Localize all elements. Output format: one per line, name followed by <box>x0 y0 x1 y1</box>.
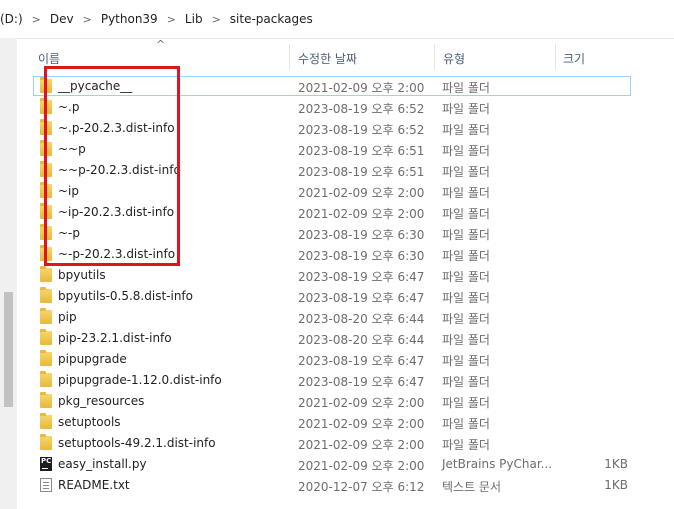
file-date: 2023-08-19 오후 6:30 <box>298 249 425 263</box>
breadcrumb-item-lib[interactable]: Lib <box>185 12 203 26</box>
file-type: 파일 폴더 <box>442 123 490 137</box>
scrollbar-thumb[interactable] <box>4 292 13 407</box>
column-divider[interactable] <box>434 44 435 70</box>
file-date: 2023-08-19 오후 6:51 <box>298 165 425 179</box>
file-date: 2023-08-19 오후 6:52 <box>298 123 425 137</box>
file-date: 2021-02-09 오후 2:00 <box>298 459 425 473</box>
file-type: JetBrains PyChar... <box>442 457 553 471</box>
chevron-right-icon[interactable]: > <box>212 13 221 26</box>
navigation-pane-scrollbar[interactable] <box>0 38 17 509</box>
breadcrumb-item-site-packages[interactable]: site-packages <box>230 12 313 26</box>
file-type: 파일 폴더 <box>442 312 490 326</box>
file-name: pip <box>58 310 77 324</box>
file-name: pipupgrade-1.12.0.dist-info <box>58 373 222 387</box>
file-date: 2021-02-09 오후 2:00 <box>298 207 425 221</box>
chevron-right-icon[interactable]: > <box>167 13 176 26</box>
list-item[interactable]: pip-23.2.1.dist-info 2023-08-20 오후 6:44 … <box>33 328 674 349</box>
file-type: 파일 폴더 <box>442 81 490 95</box>
file-date: 2023-08-19 오후 6:52 <box>298 102 425 116</box>
file-date: 2023-08-19 오후 6:47 <box>298 291 425 305</box>
file-type: 파일 폴더 <box>442 228 490 242</box>
list-item[interactable]: bpyutils 2023-08-19 오후 6:47 파일 폴더 <box>33 265 674 286</box>
list-item[interactable]: pipupgrade-1.12.0.dist-info 2023-08-19 오… <box>33 370 674 391</box>
file-name: easy_install.py <box>58 457 147 471</box>
file-date: 2023-08-19 오후 6:30 <box>298 228 425 242</box>
list-item[interactable]: PC easy_install.py 2021-02-09 오후 2:00 Je… <box>33 454 674 475</box>
file-date: 2023-08-20 오후 6:44 <box>298 333 425 347</box>
text-file-icon <box>40 478 52 492</box>
file-type: 파일 폴더 <box>442 186 490 200</box>
column-header-date[interactable]: 수정한 날짜 <box>298 50 357 67</box>
file-date: 2021-02-09 오후 2:00 <box>298 186 425 200</box>
file-name: setuptools <box>58 415 121 429</box>
file-type: 파일 폴더 <box>442 102 490 116</box>
file-size: 1KB <box>604 457 628 471</box>
chevron-right-icon[interactable]: > <box>32 13 41 26</box>
list-item[interactable]: pkg_resources 2021-02-09 오후 2:00 파일 폴더 <box>33 391 674 412</box>
breadcrumb-drive[interactable]: (D:) <box>0 12 23 26</box>
folder-icon <box>40 350 52 366</box>
list-item[interactable]: README.txt 2020-12-07 오후 6:12 텍스트 문서 1KB <box>33 475 674 496</box>
file-type: 파일 폴더 <box>442 354 490 368</box>
breadcrumb-item-dev[interactable]: Dev <box>50 12 74 26</box>
file-type: 파일 폴더 <box>442 144 490 158</box>
file-type: 파일 폴더 <box>442 438 490 452</box>
file-name: pkg_resources <box>58 394 145 408</box>
column-header-type[interactable]: 유형 <box>443 50 465 67</box>
folder-icon <box>40 329 52 345</box>
column-divider[interactable] <box>555 44 556 70</box>
breadcrumb: (D:) > Dev > Python39 > Lib > site-packa… <box>0 12 313 26</box>
folder-icon <box>40 308 52 324</box>
file-type: 파일 폴더 <box>442 207 490 221</box>
list-item[interactable]: pip 2023-08-20 오후 6:44 파일 폴더 <box>33 307 674 328</box>
file-date: 2023-08-19 오후 6:47 <box>298 354 425 368</box>
file-date: 2021-02-09 오후 2:00 <box>298 417 425 431</box>
file-name: bpyutils-0.5.8.dist-info <box>58 289 193 303</box>
file-type: 텍스트 문서 <box>442 480 502 494</box>
folder-icon <box>40 413 52 429</box>
file-type: 파일 폴더 <box>442 291 490 305</box>
file-type: 파일 폴더 <box>442 417 490 431</box>
file-date: 2023-08-19 오후 6:47 <box>298 375 425 389</box>
file-date: 2023-08-20 오후 6:44 <box>298 312 425 326</box>
column-header-name[interactable]: 이름 <box>38 50 60 67</box>
file-date: 2023-08-19 오후 6:51 <box>298 144 425 158</box>
list-item[interactable]: setuptools-49.2.1.dist-info 2021-02-09 오… <box>33 433 674 454</box>
folder-icon <box>40 371 52 387</box>
file-type: 파일 폴더 <box>442 165 490 179</box>
file-name: bpyutils <box>58 268 106 282</box>
file-type: 파일 폴더 <box>442 249 490 263</box>
file-type: 파일 폴더 <box>442 375 490 389</box>
file-type: 파일 폴더 <box>442 396 490 410</box>
file-name: pipupgrade <box>58 352 127 366</box>
file-name: pip-23.2.1.dist-info <box>58 331 172 345</box>
list-item[interactable]: pipupgrade 2023-08-19 오후 6:47 파일 폴더 <box>33 349 674 370</box>
folder-icon <box>40 392 52 408</box>
chevron-right-icon[interactable]: > <box>83 13 92 26</box>
file-name: setuptools-49.2.1.dist-info <box>58 436 216 450</box>
pycharm-file-icon: PC <box>40 457 52 471</box>
file-date: 2020-12-07 오후 6:12 <box>298 480 425 494</box>
file-type: 파일 폴더 <box>442 270 490 284</box>
file-date: 2021-02-09 오후 2:00 <box>298 81 425 95</box>
red-highlight-box <box>44 66 180 266</box>
list-item[interactable]: setuptools 2021-02-09 오후 2:00 파일 폴더 <box>33 412 674 433</box>
folder-icon <box>40 434 52 450</box>
address-bar[interactable]: (D:) > Dev > Python39 > Lib > site-packa… <box>0 0 674 39</box>
file-date: 2021-02-09 오후 2:00 <box>298 438 425 452</box>
column-header-size[interactable]: 크기 <box>563 50 585 67</box>
file-date: 2021-02-09 오후 2:00 <box>298 396 425 410</box>
file-date: 2023-08-19 오후 6:47 <box>298 270 425 284</box>
file-type: 파일 폴더 <box>442 333 490 347</box>
folder-icon <box>40 266 52 282</box>
folder-icon <box>40 287 52 303</box>
column-divider[interactable] <box>289 44 290 70</box>
list-item[interactable]: bpyutils-0.5.8.dist-info 2023-08-19 오후 6… <box>33 286 674 307</box>
breadcrumb-item-python39[interactable]: Python39 <box>101 12 158 26</box>
file-name: README.txt <box>58 478 130 492</box>
file-size: 1KB <box>604 478 628 492</box>
sort-ascending-icon: ^ <box>156 38 166 51</box>
